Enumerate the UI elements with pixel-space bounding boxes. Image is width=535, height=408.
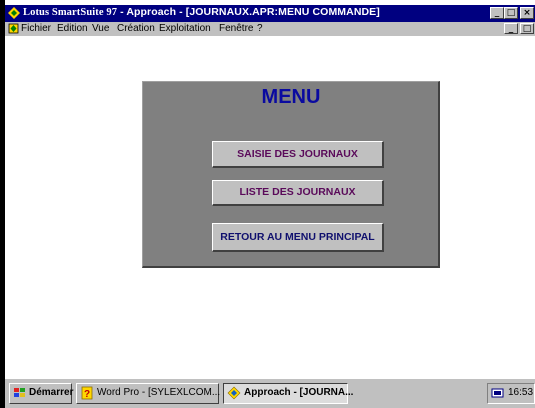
start-button[interactable]: Démarrer: [9, 383, 74, 404]
word-pro-icon: ?: [81, 386, 93, 400]
tray-app-icon[interactable]: [491, 387, 504, 399]
title-bar[interactable]: Lotus SmartSuite 97 - Approach - [JOURNA…: [5, 5, 535, 22]
windows-logo-icon: [14, 388, 25, 397]
menu-creation[interactable]: Création: [117, 23, 155, 34]
clock[interactable]: 16:53: [508, 384, 533, 402]
form-title: MENU: [261, 86, 321, 108]
approach-icon: [227, 386, 241, 400]
minimize-button[interactable]: _: [490, 7, 504, 19]
task-word-pro-label: Word Pro - [SYLEXLCOM...: [97, 387, 221, 398]
menu-vue[interactable]: Vue: [92, 23, 109, 34]
menu-help[interactable]: ?: [257, 23, 263, 34]
menu-bar: Fichier Edition Vue Création Exploitatio…: [5, 22, 535, 36]
doc-minimize-button[interactable]: _: [504, 23, 518, 34]
document-icon[interactable]: [8, 23, 19, 34]
retour-menu-principal-button[interactable]: RETOUR AU MENU PRINCIPAL: [212, 223, 384, 252]
saisie-journaux-button[interactable]: SAISIE DES JOURNAUX: [212, 141, 384, 168]
client-area: MENU SAISIE DES JOURNAUX LISTE DES JOURN…: [5, 36, 535, 373]
menu-form-panel: MENU SAISIE DES JOURNAUX LISTE DES JOURN…: [142, 81, 440, 268]
menu-fenetre[interactable]: Fenêtre: [219, 23, 253, 34]
window-title: Lotus SmartSuite 97 - Approach - [JOURNA…: [23, 6, 380, 18]
task-word-pro[interactable]: ? Word Pro - [SYLEXLCOM...: [76, 383, 221, 404]
maximize-button[interactable]: □: [504, 7, 518, 19]
task-approach[interactable]: Approach - [JOURNA...: [223, 383, 353, 404]
close-button[interactable]: ×: [520, 7, 534, 19]
menu-exploitation[interactable]: Exploitation: [159, 23, 211, 34]
system-tray: 16:53: [487, 383, 535, 404]
taskbar: Démarrer ? Word Pro - [SYLEXLCOM... Appr…: [5, 378, 535, 408]
menu-edition[interactable]: Edition: [57, 23, 88, 34]
doc-restore-button[interactable]: □: [520, 23, 534, 34]
task-approach-label: Approach - [JOURNA...: [244, 387, 354, 398]
desktop-screen: Lotus SmartSuite 97 - Approach - [JOURNA…: [0, 0, 535, 408]
approach-app-icon[interactable]: [8, 7, 20, 19]
liste-journaux-button[interactable]: LISTE DES JOURNAUX: [212, 180, 384, 206]
start-label: Démarrer: [29, 387, 74, 398]
svg-text:?: ?: [84, 389, 90, 400]
menu-fichier[interactable]: Fichier: [21, 23, 51, 34]
